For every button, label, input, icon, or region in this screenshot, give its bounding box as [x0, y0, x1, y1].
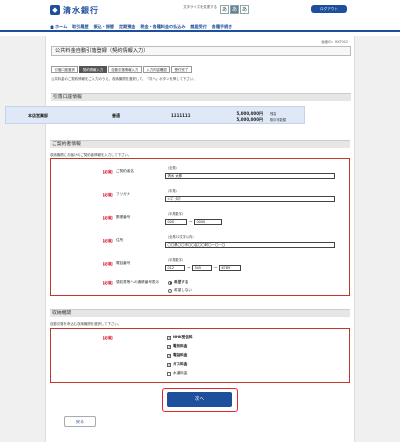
required-badge: 【必須】 — [101, 193, 115, 197]
radio-checked-icon — [168, 280, 172, 285]
step-indicator: 引落口座選択 契約情報入力 自動引落情報入力 入力内容確認 受付完了 — [51, 66, 193, 73]
fontsize-medium-button[interactable]: あ — [230, 5, 239, 14]
contract-form: 【必須】 ご契約者名 （全角） 清水 太郎 【必須】 フリガナ （半角） ｼﾐｽ… — [50, 158, 350, 296]
required-badge: 【必須】 — [101, 336, 115, 340]
notify-no-radio[interactable]: 希望しない — [168, 288, 192, 293]
agency-form: 【必須】 ✓ NHK受信料 ✓ 電気料金 ✓ 電話料金 ✓ ガス料金 水道料金 — [50, 328, 350, 383]
bank-logo[interactable]: ◆ 清水銀行 — [50, 5, 99, 15]
account-info-table: 本店営業部 普通 1111111 5,000,000円 残高 5,000,000… — [5, 106, 305, 124]
checkbox-icon: ✓ — [167, 335, 172, 340]
agency-section-header: 収納機関 — [50, 309, 350, 317]
fontsize-small-button[interactable]: あ — [220, 5, 229, 14]
nav-payments[interactable]: 税金・各種料金の払込み — [140, 24, 185, 30]
agency-item-water[interactable]: 水道料金 — [167, 371, 187, 376]
required-badge: 【必須】 — [101, 170, 115, 174]
home-icon — [50, 25, 54, 29]
phone-label: 電話番号 — [116, 261, 131, 265]
account-balance-label: 残高 — [270, 112, 277, 116]
kana-label: フリガナ — [116, 192, 131, 196]
phone-input-3[interactable]: 6789 — [219, 265, 241, 271]
required-badge: 【必須】 — [101, 216, 115, 220]
zip-input-2[interactable]: 0000 — [194, 219, 222, 225]
global-nav: ホーム 取引履歴 振込・振替 定期預金 税金・各種料金の払込み 諸届受付 各種手… — [0, 20, 400, 32]
nav-notifications[interactable]: 諸届受付 — [190, 24, 206, 30]
step-1: 引落口座選択 — [51, 66, 79, 73]
address-input[interactable]: 〇〇県〇〇市〇〇区〇〇町〇ー〇ー〇 — [165, 242, 335, 248]
name-input[interactable]: 清水 太郎 — [165, 173, 335, 179]
required-badge: 【必須】 — [101, 281, 115, 285]
zip-dash: ー — [189, 219, 193, 224]
kana-note: （半角） — [166, 189, 179, 193]
nav-time-deposit[interactable]: 定期預金 — [119, 24, 135, 30]
required-badge: 【必須】 — [101, 239, 115, 243]
agency-item-gas[interactable]: ✓ ガス料金 — [167, 362, 187, 367]
account-number: 1111111 — [171, 113, 191, 118]
checkbox-icon: ✓ — [167, 353, 172, 358]
account-type: 普通 — [112, 113, 120, 118]
account-branch: 本店営業部 — [28, 113, 48, 118]
step-2-current: 契約情報入力 — [79, 66, 107, 73]
radio-unchecked-icon — [168, 288, 172, 293]
next-button[interactable]: 次へ — [167, 392, 232, 407]
page-title: 公共料金自動引落登録（契約情報入力） — [51, 46, 351, 56]
phone-input-1[interactable]: 012 — [165, 265, 185, 271]
agency-item-nhk[interactable]: ✓ NHK受信料 — [167, 335, 193, 340]
next-button-highlight: 次へ — [162, 388, 238, 412]
nav-transfer[interactable]: 振込・振替 — [94, 24, 114, 30]
address-note: （全角32文字以内） — [166, 235, 196, 239]
checkbox-icon — [167, 371, 171, 376]
fontsize-large-button[interactable]: あ — [240, 5, 249, 14]
nav-history[interactable]: 取引履歴 — [72, 24, 88, 30]
name-note: （全角） — [166, 166, 179, 170]
fontsize-label: 文字サイズを変更する — [183, 5, 217, 9]
contract-section-header: ご契約者情報 — [50, 140, 350, 148]
account-section-header: 引落口座情報 — [51, 93, 351, 101]
screen-id: 画面ID：BKT002 — [321, 40, 348, 44]
name-label: ご契約者名 — [116, 169, 134, 173]
step-5: 受付完了 — [171, 66, 192, 73]
phone-note: （半角数字） — [166, 258, 186, 262]
agency-item-electric[interactable]: ✓ 電気料金 — [167, 344, 187, 349]
contract-hint: 収納機関にお届けのご契約者情報を入力して下さい。 — [50, 153, 132, 157]
checkbox-icon: ✓ — [167, 344, 172, 349]
kana-input[interactable]: ｼﾐｽﾞ ﾀﾛｳ — [165, 196, 335, 202]
agency-item-phone[interactable]: ✓ 電話料金 — [167, 353, 187, 358]
logout-button[interactable]: ログアウト — [311, 5, 347, 13]
bank-name: 清水銀行 — [63, 4, 99, 15]
nav-home[interactable]: ホーム — [50, 24, 67, 30]
zip-note: （半角数字） — [166, 212, 186, 216]
agency-hint: 自動引落を申込む収納機関を選択して下さい。 — [50, 322, 122, 326]
zip-label: 郵便番号 — [116, 215, 131, 219]
account-available-label: 取引可能額 — [270, 118, 286, 122]
step-note: 公共料金のご契約情報をご入力のうえ、収納機関を選択して、「次へ」ボタンを押して下… — [51, 77, 197, 81]
zip-input-1[interactable]: 000 — [165, 219, 187, 225]
step-4: 入力内容確認 — [142, 66, 171, 73]
checkbox-icon: ✓ — [167, 362, 172, 367]
back-button[interactable]: 戻る — [64, 416, 96, 427]
step-3: 自動引落情報入力 — [107, 66, 142, 73]
nav-procedures[interactable]: 各種手続き — [212, 24, 232, 30]
address-label: 住所 — [116, 238, 124, 242]
account-available: 5,000,000円 — [236, 116, 263, 122]
required-badge: 【必須】 — [101, 262, 115, 266]
phone-input-2[interactable]: 345 — [192, 265, 212, 271]
notify-yes-radio[interactable]: 希望する — [168, 280, 188, 285]
bank-logo-icon: ◆ — [50, 5, 60, 15]
phone-dash-2: ー — [214, 265, 218, 270]
phone-dash-1: ー — [187, 265, 191, 270]
notify-label: 領収書等への通帳番号表示 — [116, 280, 160, 284]
